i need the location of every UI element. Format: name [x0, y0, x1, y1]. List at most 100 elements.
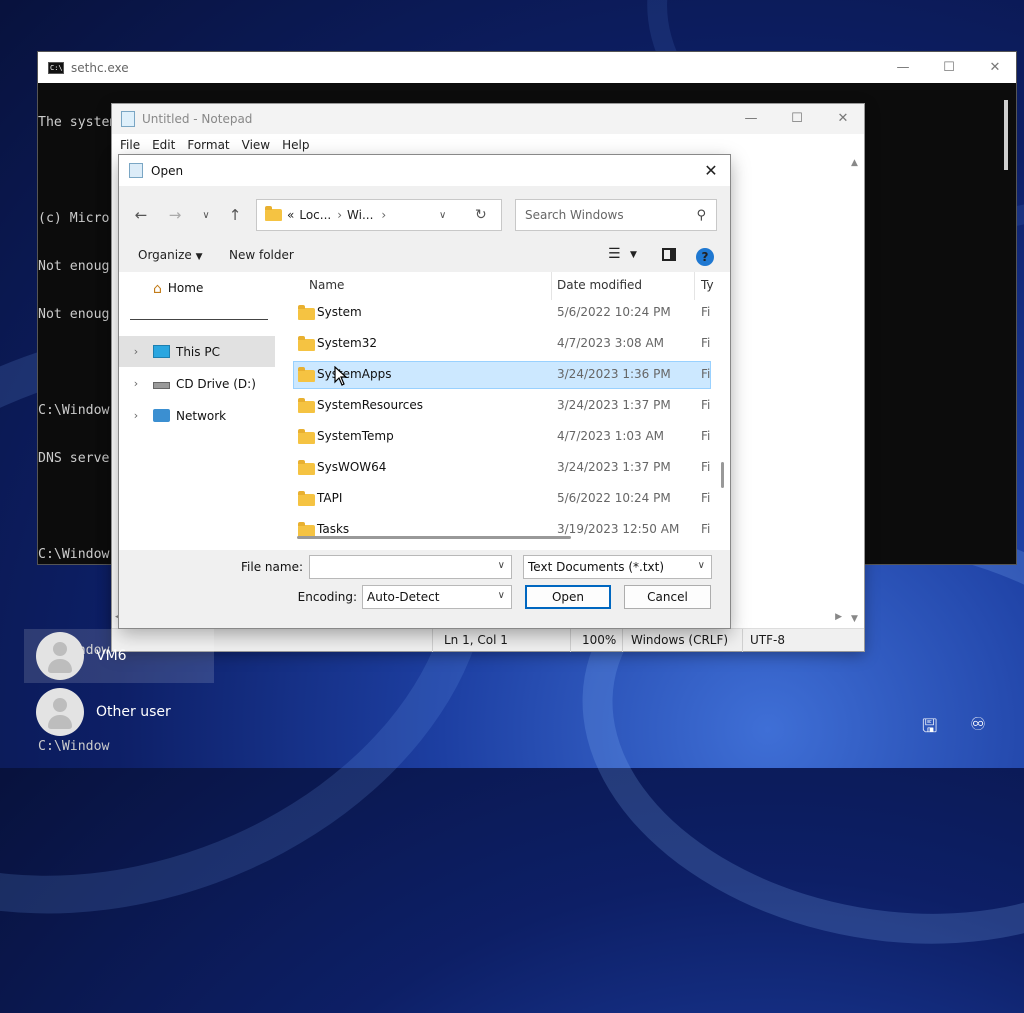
- user-tile-vm6[interactable]: VM6: [24, 629, 214, 683]
- breadcrumb-separator-icon[interactable]: ›: [337, 208, 342, 222]
- file-name-combobox[interactable]: ∨: [309, 555, 512, 579]
- user-tile-other-user[interactable]: Other user: [24, 685, 214, 739]
- network-icon: [153, 409, 170, 422]
- cmd-titlebar[interactable]: C:\ sethc.exe — ☐ ✕: [38, 52, 1016, 83]
- search-box[interactable]: ⚲: [515, 199, 717, 231]
- dialog-toolbar: Organize ▼ New folder ☰ ▼ ?: [119, 245, 730, 267]
- column-headers: Name ˄ Date modified Ty: [279, 272, 730, 300]
- up-arrow-icon[interactable]: ↑: [223, 199, 247, 231]
- file-row[interactable]: System 5/6/2022 10:24 PM Fi: [293, 299, 711, 327]
- menu-help[interactable]: Help: [282, 138, 309, 152]
- nav-item-network[interactable]: › Network: [119, 400, 275, 431]
- preview-pane-icon[interactable]: [662, 248, 676, 261]
- avatar: [36, 688, 84, 736]
- address-dropdown-icon[interactable]: ∨: [439, 210, 446, 221]
- nav-item-home[interactable]: ⌂ Home: [119, 272, 275, 303]
- organize-button[interactable]: Organize ▼: [138, 248, 203, 262]
- help-icon[interactable]: ?: [696, 248, 714, 266]
- search-icon[interactable]: ⚲: [696, 208, 706, 223]
- file-row[interactable]: SystemResources 3/24/2023 1:37 PM Fi: [293, 392, 711, 420]
- notepad-vertical-scrollbar[interactable]: ▲ ▼: [847, 156, 864, 624]
- encoding-select[interactable]: Auto-Detect ∨: [362, 585, 512, 609]
- file-name: Tasks: [317, 522, 350, 536]
- file-date: 4/7/2023 1:03 AM: [557, 429, 665, 443]
- nav-item-cd-drive[interactable]: › CD Drive (D:): [119, 368, 275, 399]
- chevron-down-icon[interactable]: ∨: [698, 560, 705, 571]
- file-row[interactable]: Tasks 3/19/2023 12:50 AM Fi: [293, 516, 711, 544]
- file-type: Fi: [701, 522, 711, 536]
- chevron-down-icon[interactable]: ∨: [498, 590, 505, 601]
- chevron-right-icon[interactable]: ›: [119, 409, 153, 422]
- menu-format[interactable]: Format: [187, 138, 229, 152]
- menu-view[interactable]: View: [242, 138, 270, 152]
- search-input[interactable]: [523, 207, 683, 223]
- close-button[interactable]: ✕: [972, 52, 1018, 83]
- notepad-titlebar[interactable]: Untitled - Notepad — ☐ ✕: [112, 104, 864, 134]
- close-button[interactable]: ✕: [820, 103, 866, 134]
- file-list-vertical-scrollbar[interactable]: [721, 462, 724, 488]
- file-date: 5/6/2022 10:24 PM: [557, 491, 671, 505]
- user-name: Other user: [96, 704, 171, 720]
- file-type-value: Text Documents (*.txt): [528, 560, 665, 574]
- forward-arrow-icon[interactable]: →: [163, 199, 187, 231]
- network-status-icon[interactable]: 🖫: [922, 714, 937, 744]
- file-row[interactable]: SystemTemp 4/7/2023 1:03 AM Fi: [293, 423, 711, 451]
- status-line-endings: Windows (CRLF): [631, 633, 729, 647]
- status-divider: [570, 629, 571, 652]
- scroll-up-icon[interactable]: ▲: [851, 158, 858, 168]
- file-type-select[interactable]: Text Documents (*.txt) ∨: [523, 555, 712, 579]
- file-row[interactable]: System32 4/7/2023 3:08 AM Fi: [293, 330, 711, 358]
- chevron-right-icon[interactable]: ›: [119, 345, 153, 358]
- column-header-type[interactable]: Ty: [701, 278, 714, 292]
- menu-edit[interactable]: Edit: [152, 138, 175, 152]
- address-bar[interactable]: « Loc... › Wi... › ∨ ↻: [256, 199, 502, 231]
- dialog-titlebar[interactable]: Open ✕: [119, 155, 730, 186]
- breadcrumb-overflow[interactable]: «: [287, 208, 294, 222]
- encoding-label: Encoding:: [297, 590, 357, 604]
- home-icon: ⌂: [153, 281, 162, 297]
- new-folder-button[interactable]: New folder: [229, 248, 294, 262]
- file-list[interactable]: Name ˄ Date modified Ty System 5/6/2022 …: [279, 272, 730, 550]
- chevron-down-icon[interactable]: ▼: [630, 250, 637, 260]
- sort-ascending-icon: ˄: [423, 272, 428, 275]
- file-name: SysWOW64: [317, 460, 387, 474]
- file-list-horizontal-scrollbar[interactable]: [297, 536, 571, 539]
- chevron-down-icon: ▼: [195, 252, 203, 262]
- status-divider: [622, 629, 623, 652]
- recent-locations-chevron-icon[interactable]: ∨: [194, 199, 218, 231]
- breadcrumb-item[interactable]: Loc...: [299, 208, 331, 222]
- open-button[interactable]: Open: [525, 585, 611, 609]
- file-row[interactable]: SysWOW64 3/24/2023 1:37 PM Fi: [293, 454, 711, 482]
- refresh-icon[interactable]: ↻: [475, 207, 487, 223]
- dialog-footer: File name: ∨ Text Documents (*.txt) ∨ En…: [119, 550, 730, 628]
- scroll-right-icon[interactable]: ▶: [835, 612, 842, 622]
- file-row[interactable]: TAPI 5/6/2022 10:24 PM Fi: [293, 485, 711, 513]
- chevron-right-icon[interactable]: ›: [119, 377, 153, 390]
- cd-drive-icon: [153, 382, 170, 389]
- open-dialog[interactable]: Open ✕ ← → ∨ ↑ « Loc... › Wi... › ∨ ↻ ⚲ …: [119, 155, 730, 628]
- maximize-button[interactable]: ☐: [774, 103, 820, 134]
- column-header-date[interactable]: Date modified: [557, 278, 642, 292]
- maximize-button[interactable]: ☐: [926, 52, 972, 83]
- column-header-name[interactable]: Name: [309, 278, 344, 292]
- accessibility-icon[interactable]: ♾: [970, 714, 986, 735]
- view-options-icon[interactable]: ☰: [608, 246, 621, 262]
- file-row-selected[interactable]: SystemApps 3/24/2023 1:36 PM Fi: [293, 361, 711, 389]
- breadcrumb-item[interactable]: Wi...: [347, 208, 373, 222]
- file-type: Fi: [701, 460, 711, 474]
- nav-item-this-pc[interactable]: › This PC: [119, 336, 275, 367]
- breadcrumb-separator-icon[interactable]: ›: [381, 208, 386, 222]
- file-name: System32: [317, 336, 378, 350]
- minimize-button[interactable]: —: [880, 52, 926, 83]
- file-name-input[interactable]: [314, 559, 511, 575]
- minimize-button[interactable]: —: [728, 103, 774, 134]
- folder-icon: [298, 367, 315, 382]
- nav-divider: [130, 319, 268, 320]
- close-button[interactable]: ✕: [700, 160, 722, 180]
- back-arrow-icon[interactable]: ←: [129, 199, 153, 231]
- chevron-down-icon[interactable]: ∨: [498, 560, 505, 571]
- cancel-button[interactable]: Cancel: [624, 585, 711, 609]
- menu-file[interactable]: File: [120, 138, 140, 152]
- cmd-scrollbar[interactable]: [1004, 100, 1008, 170]
- navigation-pane[interactable]: ⌂ Home › This PC › CD Drive (D:) › Netwo…: [119, 272, 279, 550]
